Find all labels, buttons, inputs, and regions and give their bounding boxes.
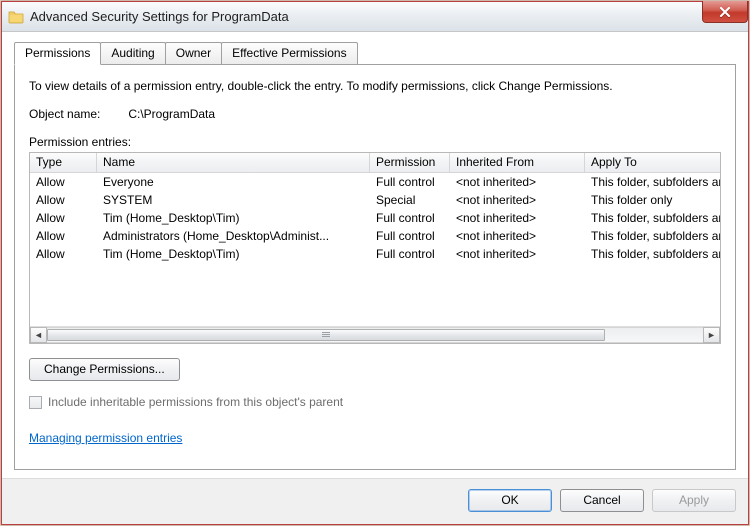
table-row[interactable]: Allow SYSTEM Special <not inherited> Thi… bbox=[30, 191, 720, 209]
cell-permission: Full control bbox=[370, 227, 450, 245]
client-area: Permissions Auditing Owner Effective Per… bbox=[2, 32, 748, 478]
cell-name: SYSTEM bbox=[97, 191, 370, 209]
scroll-right-arrow-icon[interactable]: ► bbox=[703, 327, 720, 343]
tab-panel-permissions: To view details of a permission entry, d… bbox=[14, 64, 736, 470]
tab-label: Permissions bbox=[25, 46, 90, 60]
close-button[interactable] bbox=[702, 1, 748, 23]
cell-type: Allow bbox=[30, 191, 97, 209]
cell-type: Allow bbox=[30, 173, 97, 191]
object-name-value: C:\ProgramData bbox=[128, 107, 215, 121]
col-header-permission[interactable]: Permission bbox=[370, 153, 450, 172]
inherit-checkbox-row[interactable]: Include inheritable permissions from thi… bbox=[29, 395, 721, 409]
titlebar[interactable]: Advanced Security Settings for ProgramDa… bbox=[2, 2, 748, 32]
tabstrip: Permissions Auditing Owner Effective Per… bbox=[14, 42, 736, 64]
list-header: Type Name Permission Inherited From Appl… bbox=[30, 153, 720, 173]
col-header-name[interactable]: Name bbox=[97, 153, 370, 172]
tab-owner[interactable]: Owner bbox=[165, 42, 222, 64]
window-controls bbox=[702, 1, 748, 23]
cell-inherited: <not inherited> bbox=[450, 209, 585, 227]
cell-permission: Special bbox=[370, 191, 450, 209]
table-row[interactable]: Allow Administrators (Home_Desktop\Admin… bbox=[30, 227, 720, 245]
cancel-button[interactable]: Cancel bbox=[560, 489, 644, 512]
cell-type: Allow bbox=[30, 227, 97, 245]
scroll-track[interactable] bbox=[47, 327, 703, 343]
cell-type: Allow bbox=[30, 209, 97, 227]
tab-auditing[interactable]: Auditing bbox=[100, 42, 165, 64]
table-row[interactable]: Allow Everyone Full control <not inherit… bbox=[30, 173, 720, 191]
ok-button[interactable]: OK bbox=[468, 489, 552, 512]
inherit-checkbox-label: Include inheritable permissions from thi… bbox=[48, 395, 343, 409]
permission-entries-list[interactable]: Type Name Permission Inherited From Appl… bbox=[29, 152, 721, 344]
cell-inherited: <not inherited> bbox=[450, 191, 585, 209]
tab-permissions[interactable]: Permissions bbox=[14, 42, 101, 65]
tab-effective-permissions[interactable]: Effective Permissions bbox=[221, 42, 358, 64]
scroll-left-arrow-icon[interactable]: ◄ bbox=[30, 327, 47, 343]
scroll-thumb[interactable] bbox=[47, 329, 605, 341]
cell-permission: Full control bbox=[370, 209, 450, 227]
permission-entries-label: Permission entries: bbox=[29, 135, 721, 149]
tab-label: Owner bbox=[176, 46, 211, 60]
object-name-label: Object name: bbox=[29, 107, 125, 121]
col-header-inherited[interactable]: Inherited From bbox=[450, 153, 585, 172]
tab-label: Auditing bbox=[111, 46, 154, 60]
change-permissions-button[interactable]: Change Permissions... bbox=[29, 358, 180, 381]
dialog-button-bar: OK Cancel Apply bbox=[2, 478, 748, 524]
table-row[interactable]: Allow Tim (Home_Desktop\Tim) Full contro… bbox=[30, 209, 720, 227]
cell-permission: Full control bbox=[370, 245, 450, 263]
cell-apply: This folder only bbox=[585, 191, 720, 209]
object-name-row: Object name: C:\ProgramData bbox=[29, 107, 721, 121]
window-title: Advanced Security Settings for ProgramDa… bbox=[30, 9, 289, 24]
col-header-apply[interactable]: Apply To bbox=[585, 153, 745, 172]
close-icon bbox=[719, 7, 731, 17]
horizontal-scrollbar[interactable]: ◄ ► bbox=[30, 326, 720, 343]
cell-type: Allow bbox=[30, 245, 97, 263]
col-header-type[interactable]: Type bbox=[30, 153, 97, 172]
cell-apply: This folder, subfolders and fi bbox=[585, 209, 720, 227]
cell-inherited: <not inherited> bbox=[450, 227, 585, 245]
cell-inherited: <not inherited> bbox=[450, 245, 585, 263]
cell-inherited: <not inherited> bbox=[450, 173, 585, 191]
cell-name: Everyone bbox=[97, 173, 370, 191]
apply-button[interactable]: Apply bbox=[652, 489, 736, 512]
tab-label: Effective Permissions bbox=[232, 46, 347, 60]
dialog-window: Advanced Security Settings for ProgramDa… bbox=[1, 1, 749, 525]
cell-name: Administrators (Home_Desktop\Administ... bbox=[97, 227, 370, 245]
checkbox-icon[interactable] bbox=[29, 396, 42, 409]
cell-apply: This folder, subfolders and fi bbox=[585, 245, 720, 263]
cell-permission: Full control bbox=[370, 173, 450, 191]
table-row[interactable]: Allow Tim (Home_Desktop\Tim) Full contro… bbox=[30, 245, 720, 263]
instruction-text: To view details of a permission entry, d… bbox=[29, 79, 721, 93]
cell-name: Tim (Home_Desktop\Tim) bbox=[97, 209, 370, 227]
below-list-controls: Change Permissions... bbox=[29, 358, 721, 381]
help-link-row: Managing permission entries bbox=[29, 431, 721, 445]
list-body: Allow Everyone Full control <not inherit… bbox=[30, 173, 720, 326]
cell-apply: This folder, subfolders and fi bbox=[585, 227, 720, 245]
managing-permission-entries-link[interactable]: Managing permission entries bbox=[29, 431, 182, 445]
cell-name: Tim (Home_Desktop\Tim) bbox=[97, 245, 370, 263]
folder-icon bbox=[8, 9, 24, 25]
cell-apply: This folder, subfolders and fi bbox=[585, 173, 720, 191]
